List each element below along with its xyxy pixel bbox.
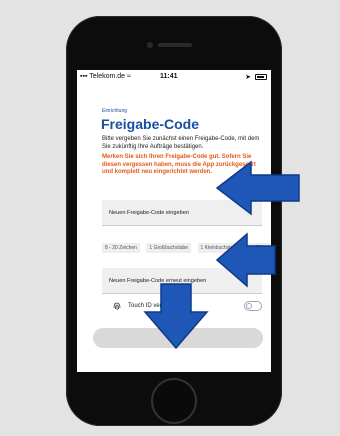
status-bar: ▪▪▪ Telekom.de ≈ 11:41 ➤ [77, 73, 271, 85]
earpiece-speaker [158, 43, 192, 47]
phone-frame: ▪▪▪ Telekom.de ≈ 11:41 ➤ Einrichtung Fre… [66, 16, 282, 426]
new-code-placeholder: Neuen Freigabe-Code eingeben [109, 210, 189, 216]
requirement-tag: 8 - 20 Zeichen [102, 243, 140, 253]
location-icon: ➤ [245, 74, 251, 81]
carrier-name: Telekom.de [89, 73, 126, 80]
touch-id-toggle[interactable] [244, 301, 262, 311]
toggle-knob [246, 303, 252, 309]
page-title: Freigabe-Code [101, 116, 200, 132]
arrow-left-icon [215, 232, 276, 288]
front-camera [147, 42, 153, 48]
status-time: 11:41 [160, 73, 178, 80]
arrow-down-icon [143, 283, 209, 350]
breadcrumb: Einrichtung [102, 108, 128, 114]
battery-icon [255, 74, 267, 80]
fingerprint-icon [113, 302, 121, 310]
home-button[interactable] [151, 378, 197, 424]
wifi-icon: ≈ [127, 73, 131, 80]
arrow-left-icon [215, 160, 300, 216]
requirement-tag: 1 Großbuchstabe [146, 243, 192, 253]
carrier-label: ▪▪▪ Telekom.de ≈ [80, 73, 131, 80]
description-text: Bitte vergeben Sie zunächst einen Freiga… [102, 136, 260, 150]
signal-icon: ▪▪▪ [80, 73, 88, 80]
